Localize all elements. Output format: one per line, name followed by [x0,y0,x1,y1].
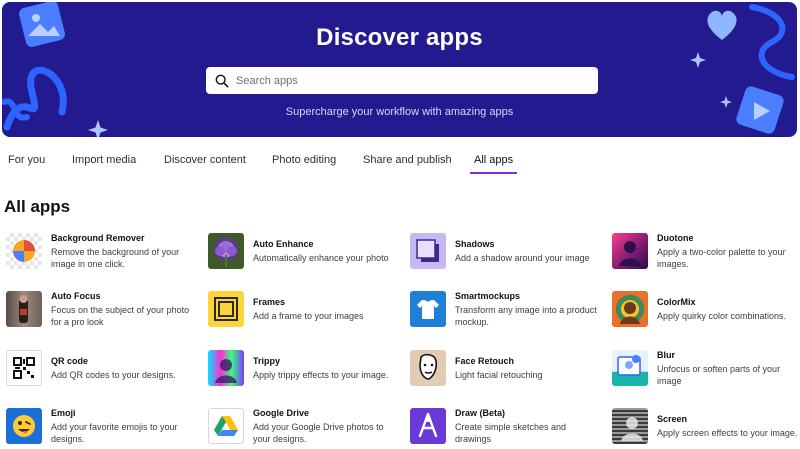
search-icon [215,74,229,87]
tab-all-apps[interactable]: All apps [470,150,518,174]
app-name: Draw (Beta) [455,408,506,418]
app-description: Automatically enhance your photo [253,253,389,263]
app-description: Apply quirky color combinations. [657,311,787,321]
app-description: designs. [51,434,85,444]
emoji-icon [6,408,42,444]
app-name: Auto Focus [51,291,101,301]
app-description: Add your Google Drive photos to [253,422,384,432]
tab-discover-content[interactable]: Discover content [164,150,246,174]
auto-focus-icon [6,291,42,327]
app-card[interactable]: Blur Unfocus or soften parts of your image [612,348,800,388]
app-card[interactable]: Auto Enhance Automatically enhance your p… [208,231,398,271]
app-name: Emoji [51,408,76,418]
page-title: Discover apps [316,24,483,51]
app-description: Transform any image into a product [455,305,597,315]
hero-banner: Discover apps Supercharge your workflow … [2,2,797,137]
app-name: Google Drive [253,408,310,418]
app-card[interactable]: Trippy Apply trippy effects to your image… [208,348,398,388]
app-description: Apply screen effects to your image. [657,428,798,438]
sparkle-decoration-icon [690,52,706,68]
google-drive-icon [208,408,244,444]
app-name: Screen [657,414,688,424]
app-name: Trippy [253,356,281,366]
app-card[interactable]: ColorMix Apply quirky color combinations. [612,289,800,329]
face-retouch-icon [410,350,446,386]
duotone-icon [612,233,648,269]
app-name: Frames [253,297,286,307]
app-card[interactable]: Screen Apply screen effects to your image… [612,406,800,446]
app-description: Add a frame to your images [253,311,364,321]
app-description: Add a shadow around your image [455,253,590,263]
hero-subtitle: Supercharge your workflow with amazing a… [285,106,514,118]
app-card[interactable]: QR code Add QR codes to your designs. [6,348,196,388]
app-description: Unfocus or soften parts of your [657,364,781,374]
app-description: image [657,376,682,386]
app-description: image in one click. [51,259,126,269]
trippy-icon [208,350,244,386]
draw-icon [410,408,446,444]
section-title: All apps [4,197,71,216]
app-card[interactable]: Shadows Add a shadow around your image [410,231,600,271]
app-description: Add QR codes to your designs. [51,370,176,380]
qr-code-icon [6,350,42,386]
tab-for-you[interactable]: For you [8,150,45,174]
app-card[interactable]: Duotone Apply a two-color palette to your… [612,231,800,271]
tab-import-media[interactable]: Import media [72,150,136,174]
app-description: for a pro look [51,317,104,327]
app-description: Apply a two-color palette to your [657,247,786,257]
background-remover-icon [6,233,42,269]
screen-icon [612,408,648,444]
app-card[interactable]: Draw (Beta) Create simple sketches and dra… [410,406,600,446]
shadows-icon [410,233,446,269]
app-description: images. [657,259,689,269]
squiggle-left-decoration-icon [2,66,67,131]
app-description: Remove the background of your [51,247,180,257]
app-description: mockup. [455,317,490,327]
app-card[interactable]: Auto Focus Focus on the subject of your p… [6,289,196,329]
app-description: Create simple sketches and [455,422,567,432]
auto-enhance-icon [208,233,244,269]
app-name: Smartmockups [455,291,521,301]
app-name: Duotone [657,233,694,243]
app-description: Light facial retouching [455,370,543,380]
app-name: QR code [51,356,89,366]
app-description: Focus on the subject of your photo [51,305,190,315]
colormix-icon [612,291,648,327]
app-description: drawings [455,434,492,444]
app-name: Shadows [455,239,495,249]
frames-icon [208,291,244,327]
sparkle-decoration-icon [88,120,108,137]
category-tabs: For you Import media Discover content Ph… [0,150,800,176]
search-input[interactable] [236,74,576,87]
app-name: ColorMix [657,297,696,307]
app-name: Face Retouch [455,356,515,366]
search-box[interactable] [206,67,598,94]
app-card[interactable]: Frames Add a frame to your images [208,289,398,329]
blur-icon [612,350,648,386]
app-name: Background Remover [51,233,145,243]
app-card[interactable]: Emoji Add your favorite emojis to your des… [6,406,196,446]
app-name: Blur [657,350,675,360]
app-card[interactable]: Background Remover Remove the background … [6,231,196,271]
smartmockups-icon [410,291,446,327]
app-description: Add your favorite emojis to your [51,422,178,432]
app-description: your designs. [253,434,307,444]
tab-photo-editing[interactable]: Photo editing [272,150,336,174]
app-card[interactable]: Face Retouch Light facial retouching [410,348,600,388]
app-name: Auto Enhance [253,239,314,249]
tab-share-and-publish[interactable]: Share and publish [363,150,452,174]
app-card[interactable]: Smartmockups Transform any image into a p… [410,289,600,329]
app-card[interactable]: Google Drive Add your Google Drive photos… [208,406,398,446]
app-description: Apply trippy effects to your image. [253,370,389,380]
